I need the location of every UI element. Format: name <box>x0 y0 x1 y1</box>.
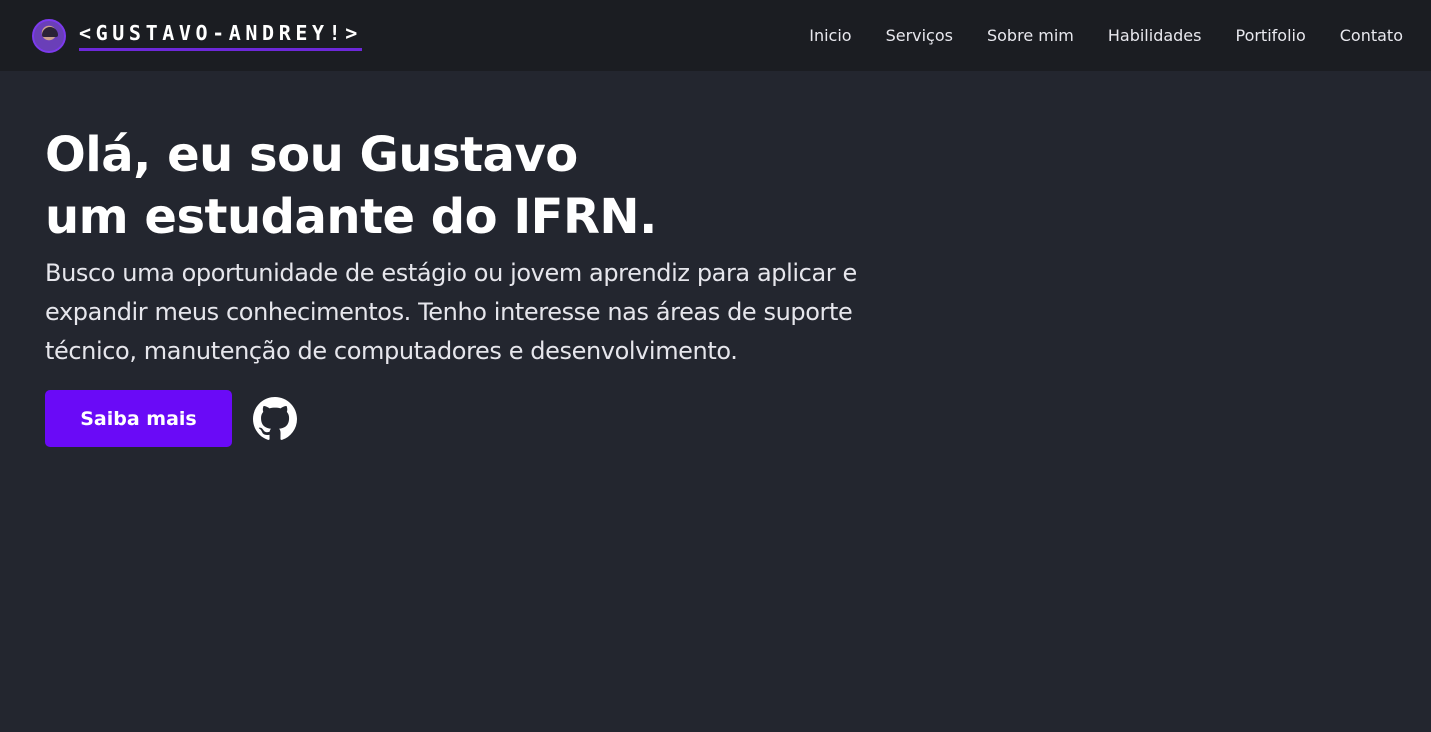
nav-link-portifolio[interactable]: Portifolio <box>1235 26 1305 45</box>
github-icon <box>253 396 297 440</box>
nav-link-sobre-mim[interactable]: Sobre mim <box>987 26 1074 45</box>
nav-item: Sobre mim <box>987 26 1074 45</box>
nav-item: Habilidades <box>1108 26 1202 45</box>
nav-item: Inicio <box>809 26 851 45</box>
nav-menu: Inicio Serviços Sobre mim Habilidades Po… <box>809 26 1403 45</box>
nav-link-inicio[interactable]: Inicio <box>809 26 851 45</box>
hero-title-line-2: um estudante do IFRN. <box>45 189 657 245</box>
nav-item: Contato <box>1340 26 1403 45</box>
nav-item: Serviços <box>886 26 953 45</box>
hero-actions: Saiba mais <box>45 390 965 447</box>
navbar: <GUSTAVO-ANDREY!> Inicio Serviços Sobre … <box>0 0 1431 71</box>
avatar <box>32 18 66 53</box>
nav-link-contato[interactable]: Contato <box>1340 26 1403 45</box>
hero-description: Busco uma oportunidade de estágio ou jov… <box>45 259 857 365</box>
brand-link[interactable]: <GUSTAVO-ANDREY!> <box>32 18 362 53</box>
hero-title: Olá, eu sou Gustavo um estudante do IFRN… <box>45 124 965 248</box>
nav-item: Portifolio <box>1235 26 1305 45</box>
saiba-mais-button[interactable]: Saiba mais <box>45 390 232 447</box>
hero-section: Olá, eu sou Gustavo um estudante do IFRN… <box>45 124 965 447</box>
hero-title-line-1: Olá, eu sou Gustavo <box>45 127 578 183</box>
brand-name: <GUSTAVO-ANDREY!> <box>79 21 362 51</box>
github-link[interactable] <box>253 396 297 441</box>
nav-link-servicos[interactable]: Serviços <box>886 26 953 45</box>
nav-link-habilidades[interactable]: Habilidades <box>1108 26 1202 45</box>
